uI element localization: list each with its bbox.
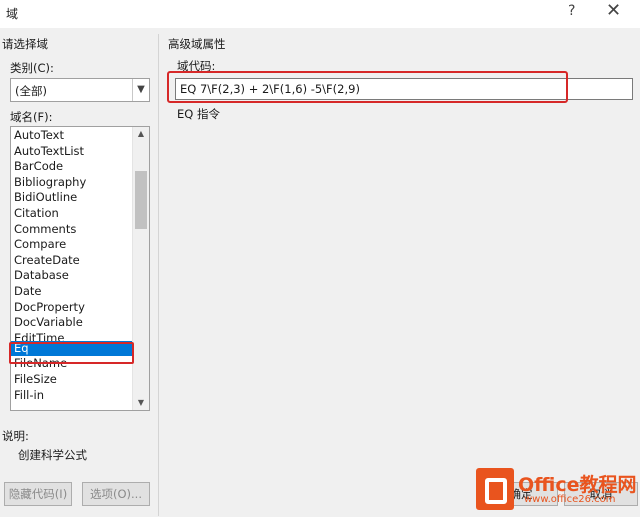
field-names-list[interactable]: AutoText AutoTextList BarCode Bibliograp… xyxy=(10,126,150,411)
list-item[interactable]: Database xyxy=(11,268,133,284)
list-item[interactable]: EditTime xyxy=(11,331,133,341)
field-codes-input[interactable]: EQ 7\F(2,3) + 2\F(1,6) -5\F(2,9) xyxy=(175,78,633,100)
hide-codes-button[interactable]: 隐藏代码(I) xyxy=(4,482,72,506)
category-label: 类别(C): xyxy=(10,61,54,75)
field-codes-label: 域代码: xyxy=(177,59,216,73)
description-label: 说明: xyxy=(2,429,29,443)
watermark-brand: Office教程网 xyxy=(518,474,637,496)
list-item[interactable]: AutoTextList xyxy=(11,144,133,160)
list-item-selected[interactable]: Eq xyxy=(11,340,133,357)
list-item[interactable]: Fill-in xyxy=(11,388,133,404)
category-dropdown[interactable]: (全部) ▼ xyxy=(10,78,150,102)
title-bar: 域 ? ✕ xyxy=(0,0,640,28)
options-button[interactable]: 选项(O)... xyxy=(82,482,150,506)
office-logo-icon xyxy=(476,468,514,510)
field-codes-value: EQ 7\F(2,3) + 2\F(1,6) -5\F(2,9) xyxy=(180,82,360,96)
scroll-up-icon[interactable]: ▲ xyxy=(133,127,149,141)
scrollbar-thumb[interactable] xyxy=(135,171,147,229)
window-title: 域 xyxy=(6,7,19,21)
list-item[interactable]: DocProperty xyxy=(11,300,133,316)
list-item[interactable]: Bibliography xyxy=(11,175,133,191)
list-item[interactable]: Compare xyxy=(11,237,133,253)
list-item[interactable]: DocVariable xyxy=(11,315,133,331)
watermark: Office教程网 www.office26.com xyxy=(474,462,640,517)
help-button[interactable]: ? xyxy=(568,3,575,19)
close-button[interactable]: ✕ xyxy=(606,0,621,21)
list-item[interactable]: Comments xyxy=(11,222,133,238)
description-text: 创建科学公式 xyxy=(18,448,87,462)
section-divider xyxy=(158,34,159,516)
list-item[interactable]: FileName xyxy=(11,356,133,372)
chevron-down-icon[interactable]: ▼ xyxy=(132,79,149,101)
list-item[interactable]: AutoText xyxy=(11,128,133,144)
field-names-label: 域名(F): xyxy=(10,110,53,124)
scroll-down-icon[interactable]: ▼ xyxy=(133,396,149,410)
list-item[interactable]: Citation xyxy=(11,206,133,222)
list-scrollbar[interactable]: ▲ ▼ xyxy=(132,127,149,410)
list-item[interactable]: FileSize xyxy=(11,372,133,388)
advanced-properties-title: 高级域属性 xyxy=(168,37,226,51)
eq-hint-text: EQ 指令 xyxy=(177,107,220,121)
category-value: (全部) xyxy=(15,84,47,98)
list-item[interactable]: Date xyxy=(11,284,133,300)
list-item[interactable]: BidiOutline xyxy=(11,190,133,206)
list-item[interactable]: BarCode xyxy=(11,159,133,175)
watermark-url: www.office26.com xyxy=(524,494,616,505)
choose-field-group-title: 请选择域 xyxy=(2,37,48,51)
list-item[interactable]: CreateDate xyxy=(11,253,133,269)
